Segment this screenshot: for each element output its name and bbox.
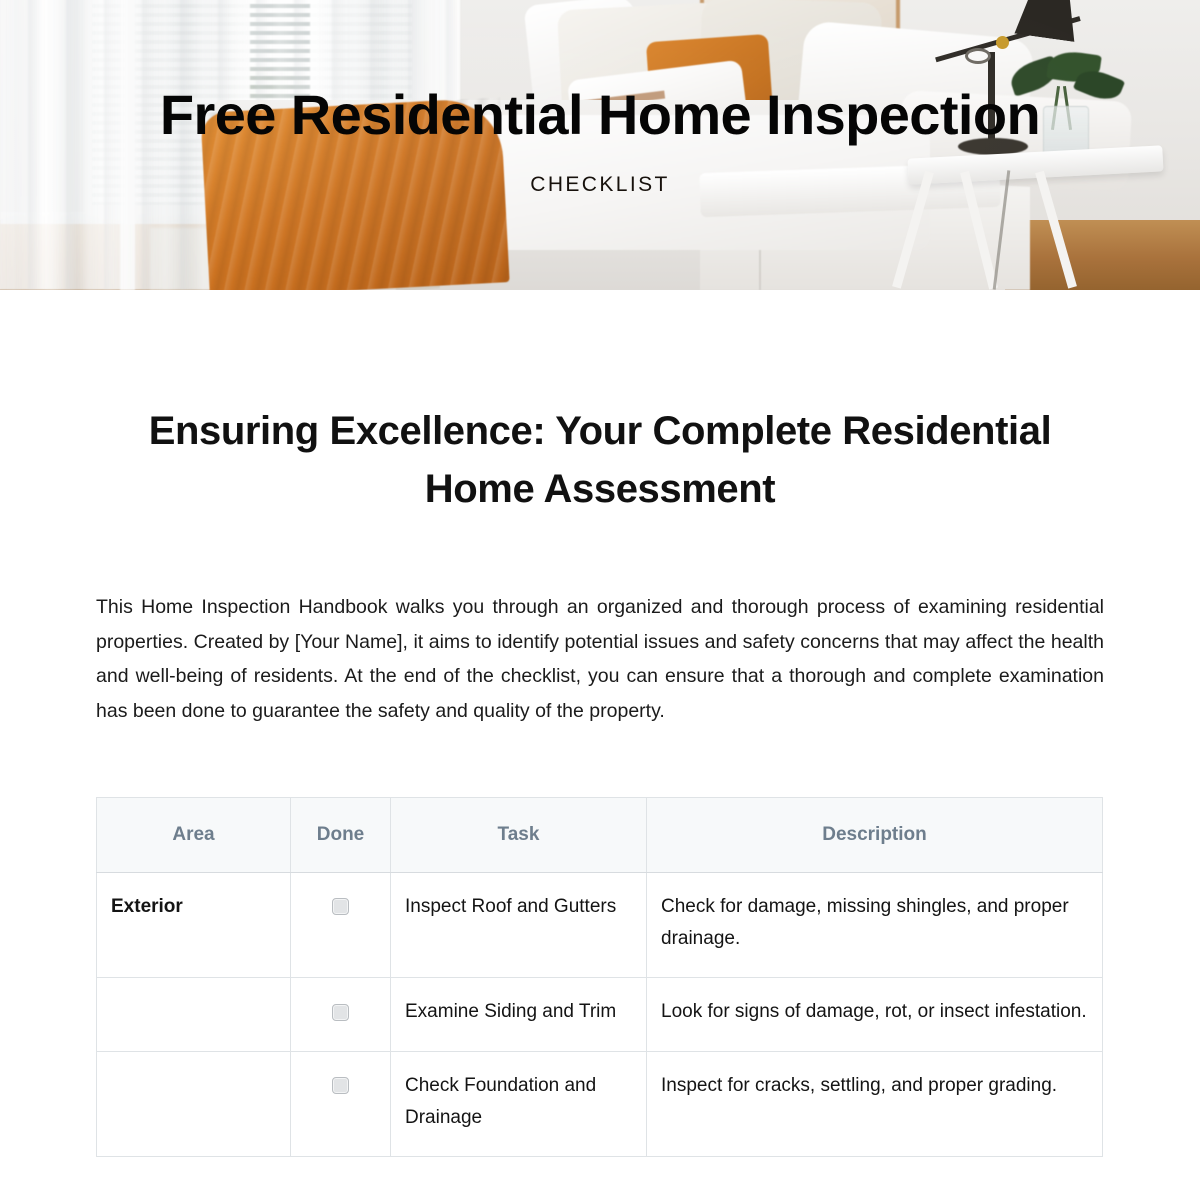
table-header-row: Area Done Task Description (96, 797, 1103, 873)
column-header-task: Task (390, 797, 647, 873)
column-header-description: Description (646, 797, 1103, 873)
cell-area (96, 1051, 291, 1158)
document-body: Ensuring Excellence: Your Complete Resid… (0, 402, 1200, 1158)
table-row: Check Foundation and Drainage Inspect for… (96, 1051, 1103, 1158)
table-body: Exterior Inspect Roof and Gutters Check fo… (96, 872, 1103, 1158)
hero-title: Free Residential Home Inspection (159, 83, 1041, 146)
checklist-table: Area Done Task Description Exterior Inspe… (96, 796, 1103, 1158)
hero-text-block: Free Residential Home Inspection CHECKLI… (0, 83, 1200, 197)
checkbox-done[interactable] (332, 1077, 349, 1095)
table-head: Area Done Task Description (96, 797, 1103, 873)
cell-description: Check for damage, missing shingles, and … (646, 872, 1103, 979)
page-title: Ensuring Excellence: Your Complete Resid… (148, 409, 1052, 511)
cell-task: Inspect Roof and Gutters (390, 872, 647, 979)
column-header-area: Area (96, 797, 291, 873)
cell-task: Examine Siding and Trim (390, 977, 647, 1052)
checklist-table-wrapper: Area Done Task Description Exterior Inspe… (96, 796, 1104, 1158)
cell-area (96, 977, 291, 1052)
checkbox-done[interactable] (332, 898, 349, 916)
intro-paragraph: This Home Inspection Handbook walks you … (96, 596, 1104, 723)
cell-done (290, 977, 391, 1052)
cell-task: Check Foundation and Drainage (390, 1051, 647, 1158)
hero-banner: Free Residential Home Inspection CHECKLI… (0, 0, 1200, 290)
cell-done (290, 1051, 391, 1158)
table-row: Examine Siding and Trim Look for signs of… (96, 977, 1103, 1052)
cell-description: Inspect for cracks, settling, and proper… (646, 1051, 1103, 1158)
table-row: Exterior Inspect Roof and Gutters Check fo… (96, 872, 1103, 979)
cell-done (290, 872, 391, 979)
cell-description: Look for signs of damage, rot, or insect… (646, 977, 1103, 1052)
column-header-done: Done (290, 797, 391, 873)
cell-area: Exterior (96, 872, 291, 979)
hero-subtitle: CHECKLIST (530, 172, 670, 196)
checkbox-done[interactable] (332, 1003, 349, 1021)
